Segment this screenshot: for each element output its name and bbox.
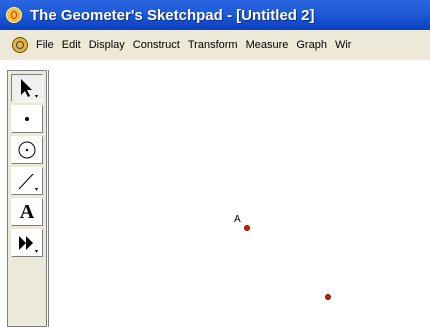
window-title: The Geometer's Sketchpad - [Untitled 2] — [30, 6, 315, 24]
menu-display[interactable]: Display — [85, 39, 129, 51]
menu-transform[interactable]: Transform — [184, 39, 242, 51]
compass-circle-icon — [18, 141, 36, 159]
toolbox: A — [7, 70, 47, 327]
menu-construct[interactable]: Construct — [129, 39, 184, 51]
menu-file[interactable]: File — [32, 39, 58, 51]
sketch-canvas[interactable]: A — [48, 70, 430, 327]
point-a-label: A — [234, 214, 241, 225]
menu-graph[interactable]: Graph — [292, 39, 331, 51]
straightedge-tool[interactable] — [11, 167, 43, 195]
point-unlabeled[interactable] — [325, 294, 331, 300]
point-a[interactable] — [244, 225, 250, 231]
title-bar: The Geometer's Sketchpad - [Untitled 2] — [0, 0, 430, 30]
point-tool[interactable] — [11, 105, 43, 133]
text-tool[interactable]: A — [11, 198, 43, 226]
text-a-icon: A — [19, 201, 35, 223]
menu-measure[interactable]: Measure — [242, 39, 293, 51]
arrow-tool[interactable] — [11, 74, 43, 102]
custom-tool-arrows-icon — [19, 236, 38, 253]
menu-bar: File Edit Display Construct Transform Me… — [0, 30, 430, 60]
selection-arrow-icon — [21, 79, 38, 98]
compass-tool[interactable] — [11, 136, 43, 164]
point-icon — [25, 117, 29, 121]
straightedge-line-icon — [18, 173, 38, 191]
sketchpad-app-icon[interactable] — [6, 7, 22, 23]
document-icon[interactable] — [12, 37, 28, 53]
menu-window[interactable]: Wir — [331, 39, 356, 51]
menu-edit[interactable]: Edit — [58, 39, 85, 51]
custom-tool[interactable] — [11, 229, 43, 257]
